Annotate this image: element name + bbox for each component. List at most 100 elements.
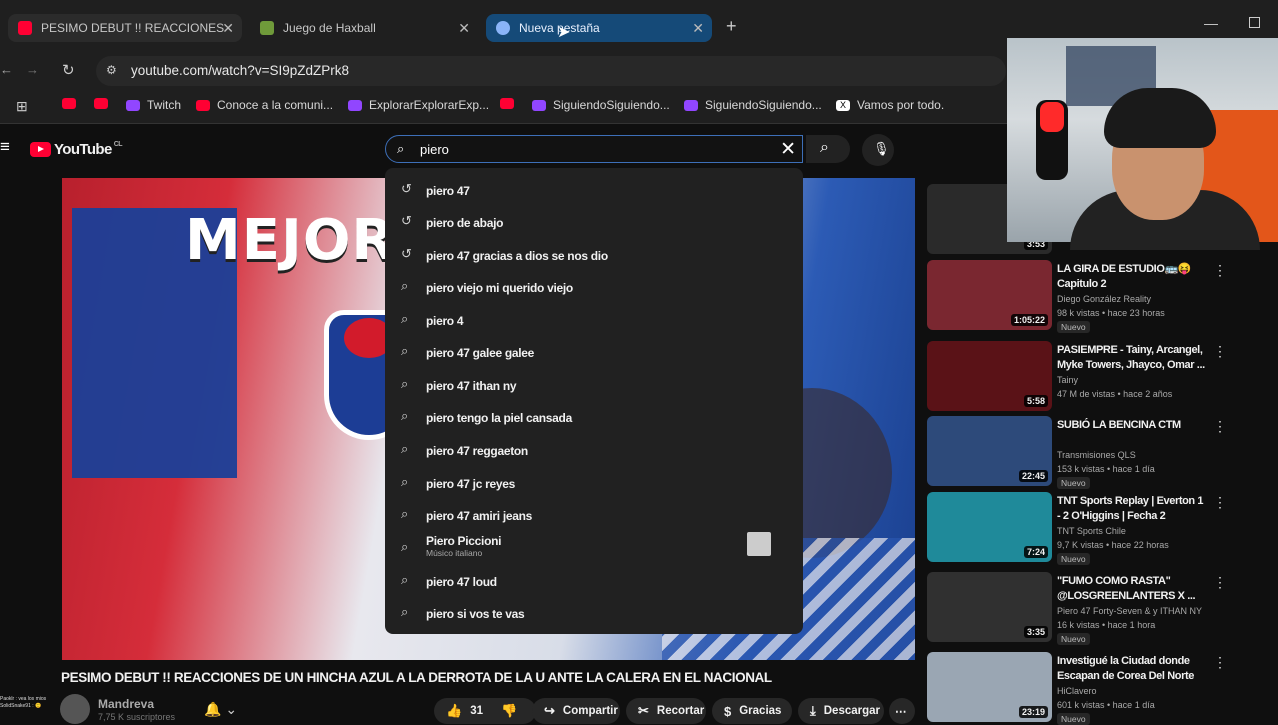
search-icon: ⌕ [401,311,409,326]
tab-new-tab[interactable]: Nueva pestaña ✕ [486,14,712,42]
video-thumbnail[interactable]: 5:58 [927,341,1052,411]
address-bar[interactable]: ⚙ youtube.com/watch?v=SI9pZdZPrk8 [96,56,1006,86]
bookmark-label: Twitch [147,98,182,112]
youtube-logo-text: YouTube [54,141,112,158]
suggestion-text: piero si vos te vas [426,607,525,621]
download-button[interactable]: ⤓ Descargar [798,698,884,724]
forward-icon[interactable]: → [26,62,39,77]
restore-window-icon[interactable] [1249,17,1260,28]
video-thumbnail[interactable]: 1:05:22 [927,260,1052,330]
more-options-icon[interactable]: ⋮ [1213,574,1227,591]
channel-name[interactable]: Mandreva [98,697,154,711]
search-suggestion[interactable]: ↺ piero 47 [385,172,803,202]
youtube-icon [62,98,76,109]
bookmark-comunidad[interactable]: Conoce a la comuni... [196,98,333,112]
suggestion-text: piero 47 [426,184,470,198]
video-channel: Piero 47 Forty-Seven & y ITHAN NY [1057,606,1203,616]
clear-search-icon[interactable]: ✕ [780,138,796,161]
more-options-icon[interactable]: ⋮ [1213,654,1227,671]
video-stats: 153 k vistas • hace 1 día [1057,464,1155,474]
twitch-icon [348,99,362,111]
search-icon: ⌕ [401,572,409,587]
bookmark-siguiendo-1[interactable]: SiguiendoSiguiendo... [532,98,670,112]
video-channel: Diego González Reality [1057,294,1152,304]
tab-title: PESIMO DEBUT !! REACCIONES [41,21,225,35]
suggestion-text: piero viejo mi querido viejo [426,281,573,295]
more-actions-button[interactable]: ⋯ [889,698,915,724]
search-suggestion[interactable]: ⌕ piero 47 jc reyes [385,465,803,495]
search-suggestion[interactable]: ↺ piero 47 gracias a dios se nos dio [385,237,803,267]
voice-search-button[interactable]: 🎙 [862,134,894,166]
back-icon[interactable]: ← [0,62,13,77]
reload-icon[interactable]: ↻ [62,61,75,79]
video-thumbnail[interactable]: 3:35 [927,572,1052,642]
bookmark-twitch[interactable]: Twitch [126,98,181,112]
search-box[interactable]: ⌕ piero ✕ [385,135,803,163]
more-options-icon[interactable]: ⋮ [1213,262,1227,279]
video-thumbnail[interactable]: 7:24 [927,492,1052,562]
search-suggestion[interactable]: ⌕ piero 47 amiri jeans [385,497,803,527]
related-video-item[interactable]: 3:35 "FUMO COMO RASTA" @LOSGREENLANTERS X… [927,572,1257,645]
bookmark-youtube-2[interactable] [94,98,115,109]
search-suggestion[interactable]: ⌕ piero 4 [385,302,803,332]
history-icon: ↺ [401,246,412,261]
scissors-icon: ✂ [638,703,649,718]
youtube-logo[interactable]: YouTube CL [30,141,122,158]
bookmark-youtube-1[interactable] [62,98,83,109]
twitch-icon [532,99,546,111]
site-settings-icon[interactable]: ⚙ [106,63,117,77]
bookmark-siguiendo-2[interactable]: SiguiendoSiguiendo... [684,98,822,112]
video-stats: 16 k vistas • hace 1 hora [1057,620,1156,630]
bookmark-x[interactable]: X Vamos por todo. [836,98,944,112]
tab-haxball[interactable]: Juego de Haxball ✕ [250,14,478,42]
thanks-button[interactable]: $ Gracias [712,698,792,724]
related-video-item[interactable]: 23:19 Investigué la Ciudad donde Escapan … [927,652,1257,725]
apps-grid-icon[interactable]: ⊞ [16,98,28,115]
video-thumbnail[interactable]: 23:19 [927,652,1052,722]
search-suggestion[interactable]: ⌕ Piero Piccioni Músico italiano [385,530,803,560]
tab-youtube-video[interactable]: PESIMO DEBUT !! REACCIONES ✕ [8,14,242,42]
related-video-item[interactable]: 1:05:22 LA GIRA DE ESTUDIO🚌😝 Capitulo 2 Di… [927,260,1257,333]
search-suggestion[interactable]: ⌕ piero si vos te vas [385,595,803,625]
mouse-cursor-icon: ➤ [557,24,571,41]
search-suggestion[interactable]: ⌕ piero 47 galee galee [385,334,803,364]
bookmark-label: Conoce a la comuni... [217,98,334,112]
close-tab-icon[interactable]: ✕ [458,20,470,37]
clip-button[interactable]: ✂ Recortar [626,698,706,724]
more-options-icon[interactable]: ⋮ [1213,343,1227,360]
minimize-icon[interactable]: — [1204,15,1218,31]
search-suggestion[interactable]: ⌕ piero 47 loud [385,563,803,593]
related-video-item[interactable]: 22:45 SUBIÓ LA BENCINA CTM Transmisiones Q… [927,416,1257,489]
more-options-icon[interactable]: ⋮ [1213,494,1227,511]
more-options-icon[interactable]: ⋮ [1213,418,1227,435]
video-thumbnail[interactable]: 22:45 [927,416,1052,486]
hamburger-menu-icon[interactable]: ≡ [0,137,10,157]
like-icon[interactable]: 👍 [446,703,462,719]
new-tab-button[interactable]: + [726,16,737,37]
suggestion-text: piero 47 loud [426,575,497,589]
search-suggestion[interactable]: ⌕ piero viejo mi querido viejo [385,269,803,299]
related-video-item[interactable]: 5:58 PASIEMPRE - Tainy, Arcangel, Myke To… [927,341,1257,413]
notification-bell-icon[interactable]: 🔔 ⌄ [204,701,237,718]
search-icon: ⌕ [401,441,409,456]
search-suggestion[interactable]: ⌕ piero tengo la piel cansada [385,399,803,429]
search-icon: ⌕ [401,604,409,619]
video-title: TNT Sports Replay | Everton 1 - 2 O'Higg… [1057,495,1204,522]
search-button[interactable]: ⌕ [806,135,850,163]
search-suggestion[interactable]: ⌕ piero 47 reggaeton [385,432,803,462]
like-count[interactable]: 31 [470,705,483,717]
search-suggestion[interactable]: ↺ piero de abajo [385,204,803,234]
search-input[interactable]: piero [420,142,449,157]
twitch-icon [684,99,698,111]
bookmark-explorar[interactable]: ExplorarExplorarExp... [348,98,489,112]
history-icon: ↺ [401,181,412,196]
close-tab-icon[interactable]: ✕ [222,20,234,37]
related-video-item[interactable]: 7:24 TNT Sports Replay | Everton 1 - 2 O'… [927,492,1257,565]
bookmark-youtube-3[interactable] [500,98,521,109]
twitch-icon [126,99,140,111]
search-suggestion[interactable]: ⌕ piero 47 ithan ny [385,367,803,397]
close-tab-icon[interactable]: ✕ [692,20,704,37]
share-button[interactable]: ↪ Compartir [532,698,620,724]
url-text: youtube.com/watch?v=SI9pZdZPrk8 [131,63,349,78]
dislike-icon[interactable]: 👎 [501,703,517,719]
